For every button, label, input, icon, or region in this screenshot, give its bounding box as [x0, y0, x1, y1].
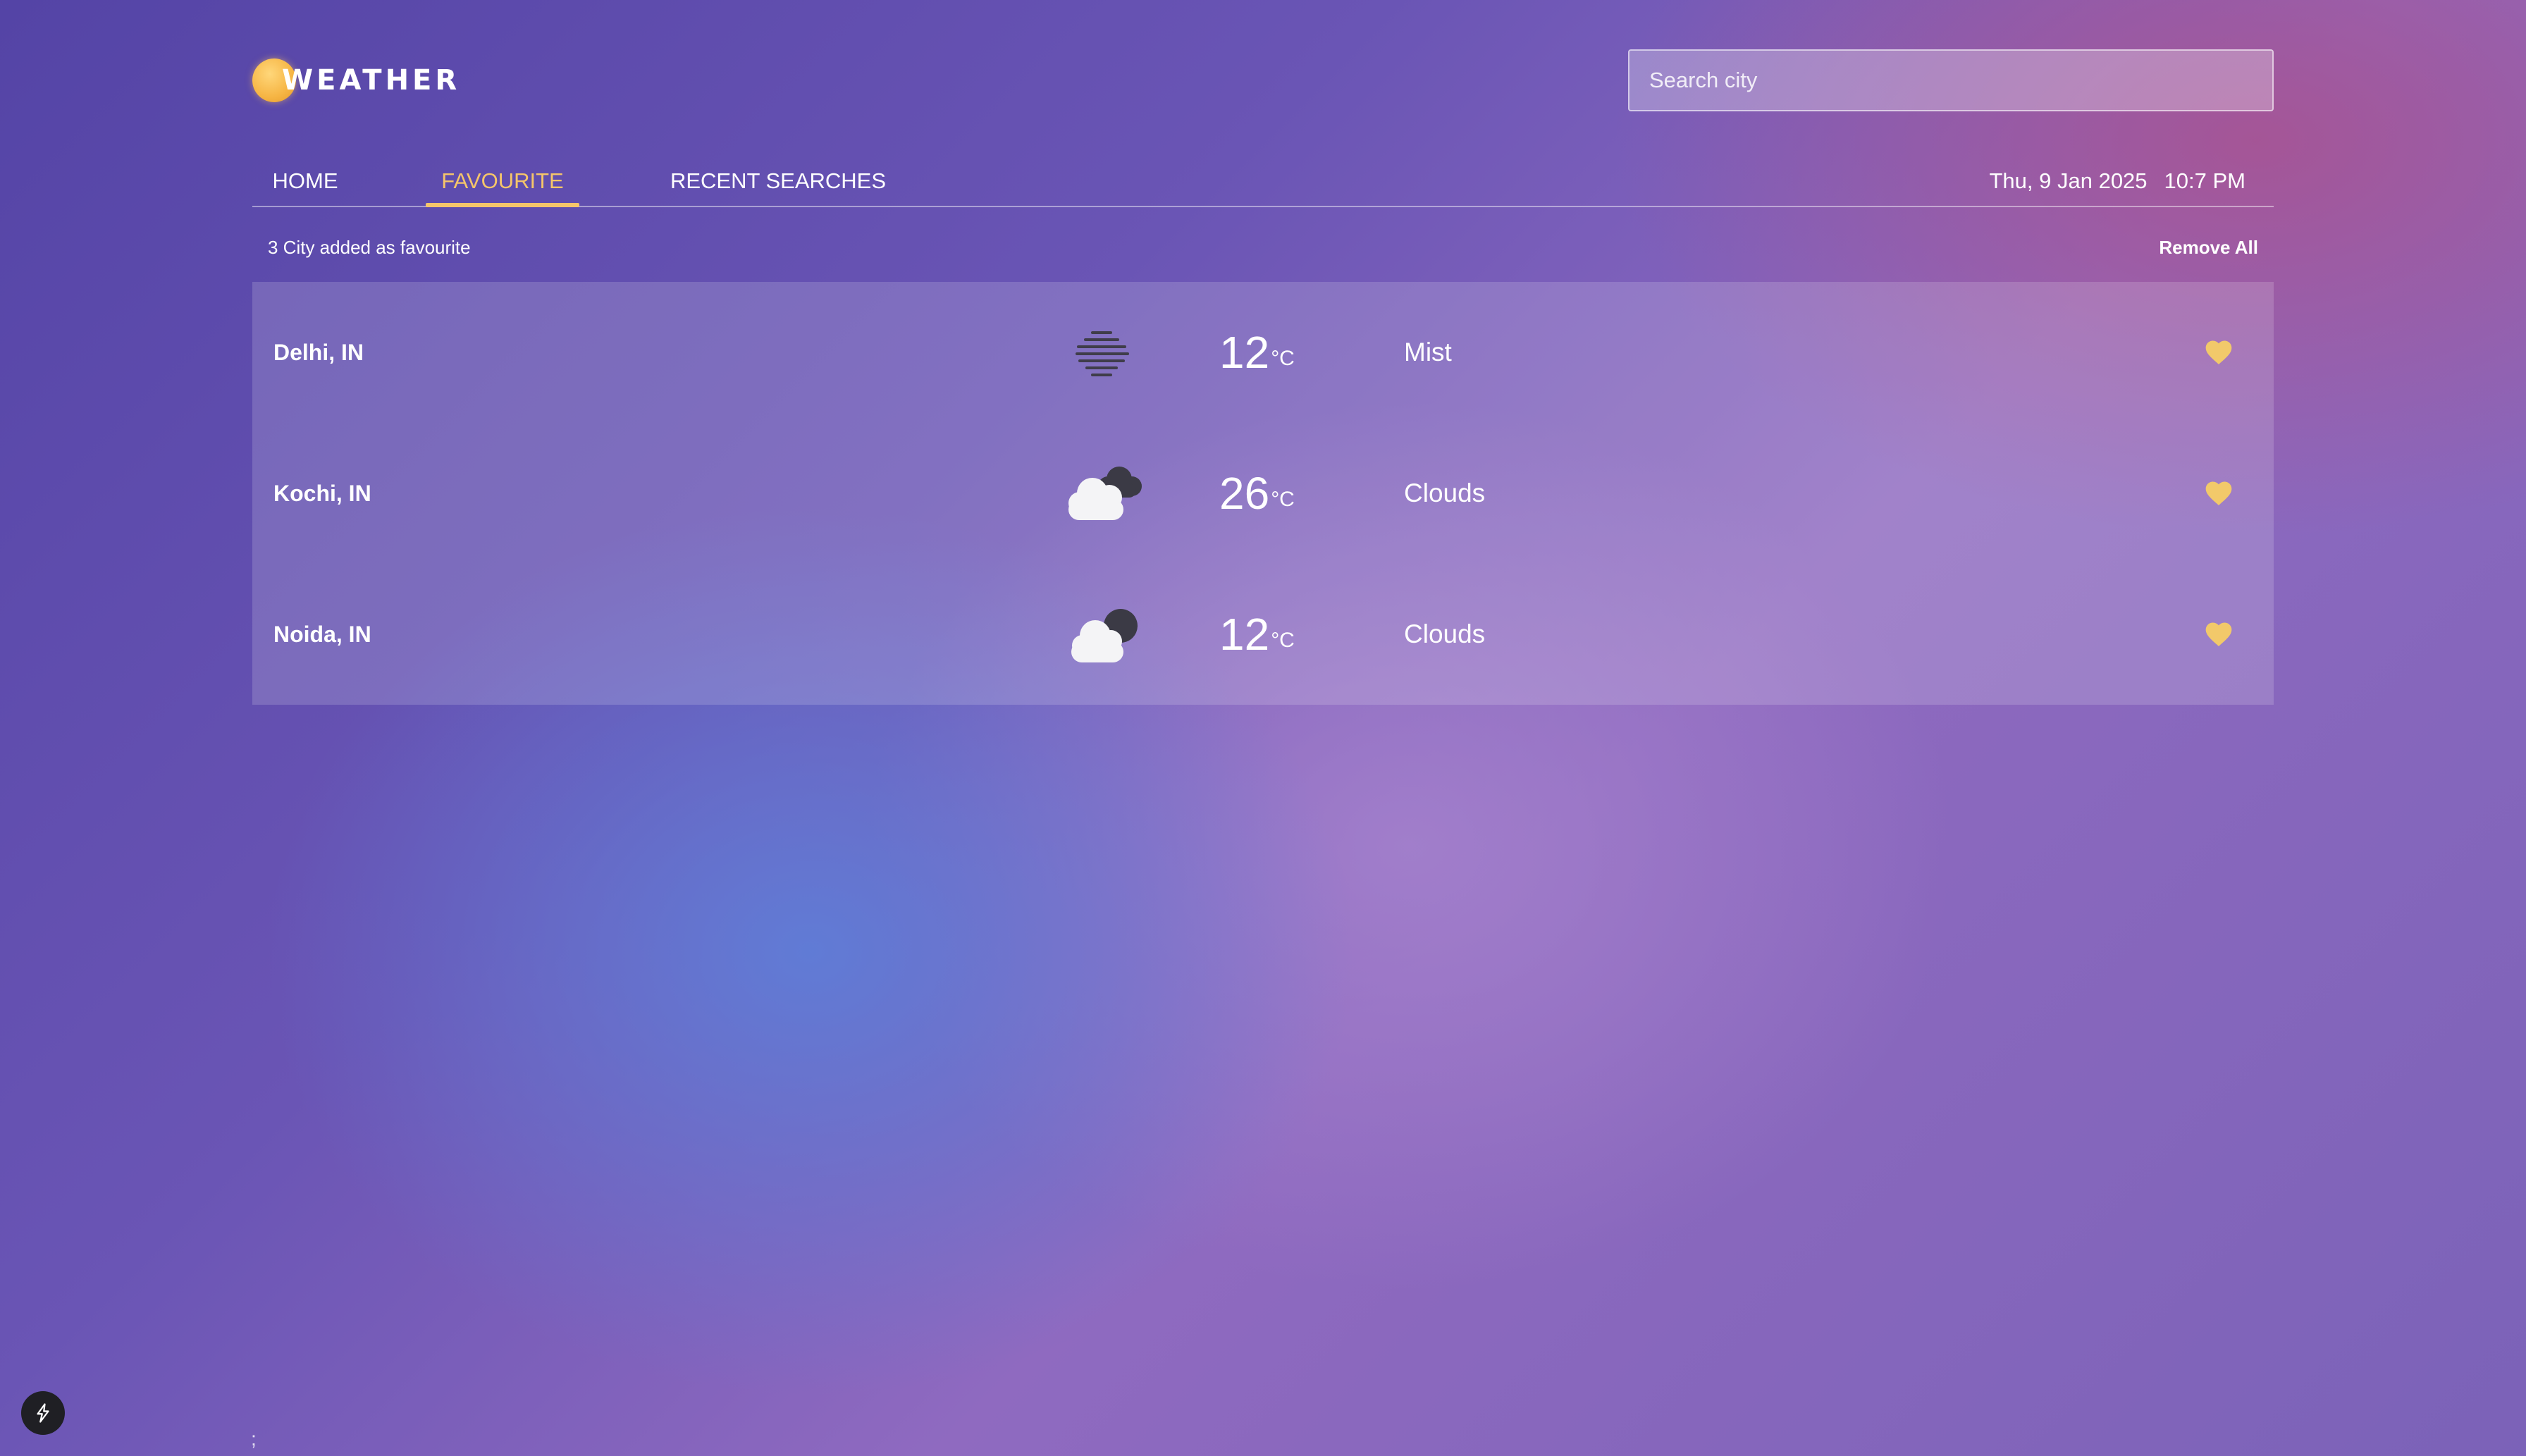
temperature-unit: °C: [1271, 488, 1295, 511]
temperature-value: 12: [1219, 609, 1270, 660]
temperature: 26 °C: [1219, 423, 1295, 564]
tab-favourite[interactable]: FAVOURITE: [426, 164, 579, 207]
city-name: Noida, IN: [273, 622, 371, 647]
weather-description: Clouds: [1404, 619, 1486, 648]
favourite-heart-icon[interactable]: [2203, 478, 2234, 509]
clouds-icon: [1049, 599, 1154, 670]
stray-text: ;: [251, 1428, 257, 1450]
current-date: Thu, 9 Jan 2025: [1989, 168, 2148, 193]
temperature-value: 12: [1219, 327, 1270, 378]
temperature-value: 26: [1219, 468, 1270, 519]
favourite-row[interactable]: Delhi, IN 12 °C Mist: [252, 282, 2274, 423]
city-name: Delhi, IN: [273, 340, 364, 365]
favourite-row[interactable]: Noida, IN 12 °C Clouds: [252, 564, 2274, 705]
tab-home[interactable]: HOME: [252, 164, 358, 206]
favourite-row[interactable]: Kochi, IN 26 °C Clouds: [252, 423, 2274, 564]
clouds-icon: [1049, 458, 1154, 529]
mist-icon: [1049, 317, 1154, 388]
temperature-unit: °C: [1271, 347, 1295, 370]
temperature: 12 °C: [1219, 282, 1295, 423]
remove-all-button[interactable]: Remove All: [2159, 237, 2258, 259]
logo-text: WEATHER: [282, 64, 461, 97]
weather-description: Mist: [1404, 338, 1452, 366]
search-input[interactable]: [1628, 49, 2274, 111]
favourite-heart-icon[interactable]: [2203, 337, 2234, 368]
lightning-bolt-icon: [37, 1403, 49, 1423]
favourite-heart-icon[interactable]: [2203, 619, 2234, 650]
current-datetime: Thu, 9 Jan 2025 10:7 PM: [1989, 164, 2245, 199]
city-name: Kochi, IN: [273, 481, 371, 506]
weather-description: Clouds: [1404, 479, 1486, 507]
lightning-bolt-button[interactable]: [21, 1391, 65, 1435]
temperature: 12 °C: [1219, 564, 1295, 705]
main-nav: HOME FAVOURITE RECENT SEARCHES Thu, 9 Ja…: [252, 164, 2274, 207]
tab-recent-searches[interactable]: RECENT SEARCHES: [658, 164, 898, 206]
current-time: 10:7 PM: [2164, 168, 2245, 193]
favourite-count: 3 City added as favourite: [268, 237, 471, 258]
temperature-unit: °C: [1271, 629, 1295, 652]
favourites-list: Delhi, IN 12 °C Mist Kochi, IN 26 °C Clo…: [252, 282, 2274, 705]
app-logo[interactable]: WEATHER: [252, 58, 460, 103]
